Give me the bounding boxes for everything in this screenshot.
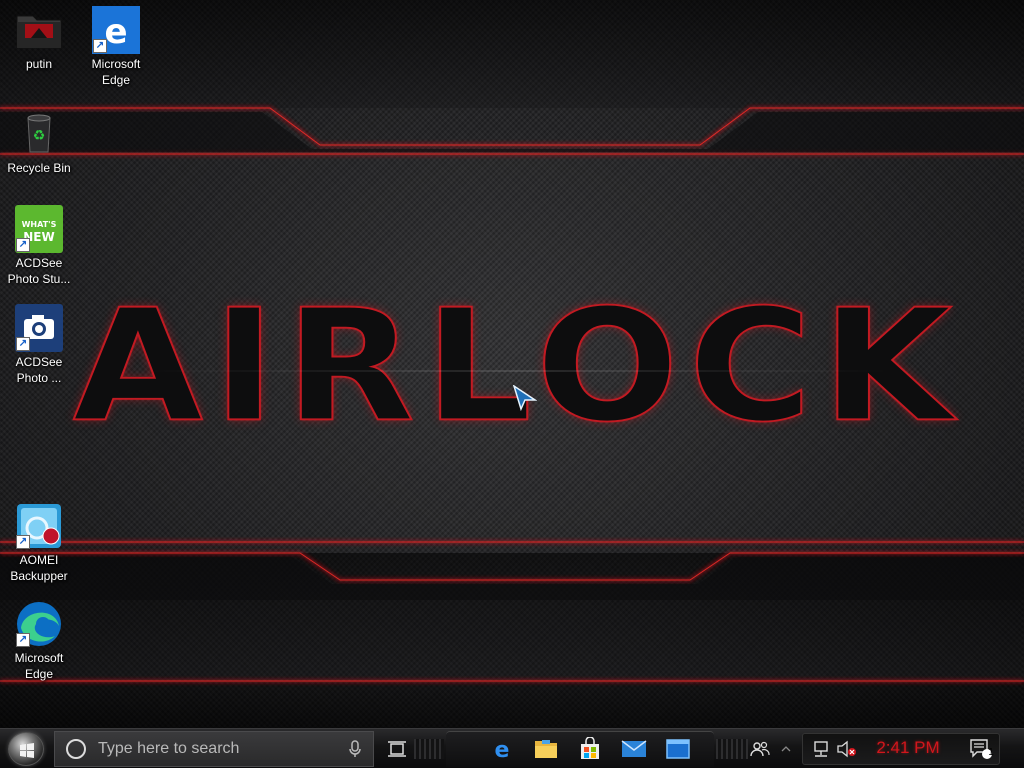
volume-muted-icon <box>837 740 856 758</box>
chevron-up-icon <box>781 746 791 752</box>
search-input[interactable]: Type here to search <box>54 731 374 767</box>
taskbar-pin-file-explorer[interactable] <box>531 734 561 764</box>
logo-sheen <box>145 370 890 372</box>
desktop-icon-acdsee-photo-studio[interactable]: WHAT'S NEW ↗ ACDSee Photo Stu... <box>1 205 77 287</box>
desktop-icon-label: ACDSee Photo ... <box>15 355 63 385</box>
taskbar-pin-microsoft-store[interactable] <box>575 734 605 764</box>
desktop-icon-label: AOMEI Backupper <box>10 553 68 583</box>
acdsee-whats-new-icon: WHAT'S NEW ↗ <box>15 205 63 253</box>
desktop-icon-putin[interactable]: putin <box>1 6 77 72</box>
svg-text:e: e <box>495 738 510 761</box>
desktop-icon-aomei-backupper[interactable]: ↗ AOMEI Backupper <box>1 502 77 584</box>
people-icon <box>750 741 770 757</box>
windows-logo-icon <box>20 743 34 758</box>
shortcut-arrow-icon: ↗ <box>16 337 30 351</box>
start-button[interactable] <box>8 732 44 766</box>
task-view-button[interactable] <box>383 734 413 764</box>
aomei-backupper-icon: ↗ <box>15 502 63 550</box>
desktop-icon-acdsee-photo[interactable]: ↗ ACDSee Photo ... <box>1 304 77 386</box>
taskbar: Type here to search e 2:41 PM 1 <box>0 728 1024 768</box>
search-placeholder: Type here to search <box>98 740 240 757</box>
clock[interactable]: 2:41 PM <box>868 738 948 758</box>
network-icon <box>814 741 828 757</box>
store-icon <box>581 737 599 759</box>
volume-button[interactable] <box>832 734 862 764</box>
notification-count-badge: 1 <box>988 747 994 758</box>
desktop-icon-label: putin <box>25 57 53 71</box>
shortcut-arrow-icon: ↗ <box>16 535 30 549</box>
people-button[interactable] <box>745 734 775 764</box>
edge-chromium-icon: ↗ <box>15 600 63 648</box>
taskbar-grill-left <box>414 739 444 759</box>
action-center-button[interactable]: 1 <box>966 734 996 764</box>
shortcut-arrow-icon: ↗ <box>16 238 30 252</box>
edge-icon: e <box>495 738 510 761</box>
desktop-icon-microsoft-edge-legacy[interactable]: e ↗ Microsoft Edge <box>78 6 154 88</box>
taskbar-pin-microsoft-edge[interactable]: e <box>487 734 517 764</box>
svg-text:e: e <box>104 12 127 52</box>
desktop-icon-microsoft-edge[interactable]: ↗ Microsoft Edge <box>1 600 77 682</box>
edge-legacy-icon: e ↗ <box>92 6 140 54</box>
desktop-icon-recycle-bin[interactable]: ♻ Recycle Bin <box>1 110 77 176</box>
folder-icon <box>535 740 557 758</box>
window-icon <box>666 739 690 759</box>
desktop-icon-label: Microsoft Edge <box>14 651 64 681</box>
taskbar-grill-right <box>716 739 748 759</box>
wallpaper-logo: AIRLOCK <box>72 275 963 456</box>
taskbar-pin-mail[interactable] <box>619 734 649 764</box>
folder-icon <box>15 6 63 54</box>
shortcut-arrow-icon: ↗ <box>93 39 107 53</box>
show-hidden-icons-button[interactable] <box>776 734 796 764</box>
recycle-bin-icon: ♻ <box>15 110 63 158</box>
cortana-circle-icon <box>66 739 86 759</box>
task-view-icon <box>388 741 406 757</box>
desktop-icon-label: ACDSee Photo Stu... <box>7 256 71 286</box>
svg-text:WHAT'S: WHAT'S <box>22 220 57 229</box>
acdsee-camera-icon: ↗ <box>15 304 63 352</box>
mouse-pointer-icon <box>513 385 537 411</box>
mail-icon <box>621 740 647 757</box>
desktop-icon-label: Microsoft Edge <box>91 57 141 87</box>
desktop-icon-label: Recycle Bin <box>7 161 71 175</box>
taskbar-pin-window[interactable] <box>663 734 693 764</box>
microphone-icon[interactable] <box>349 740 361 758</box>
svg-text:♻: ♻ <box>33 127 46 143</box>
shortcut-arrow-icon: ↗ <box>16 633 30 647</box>
